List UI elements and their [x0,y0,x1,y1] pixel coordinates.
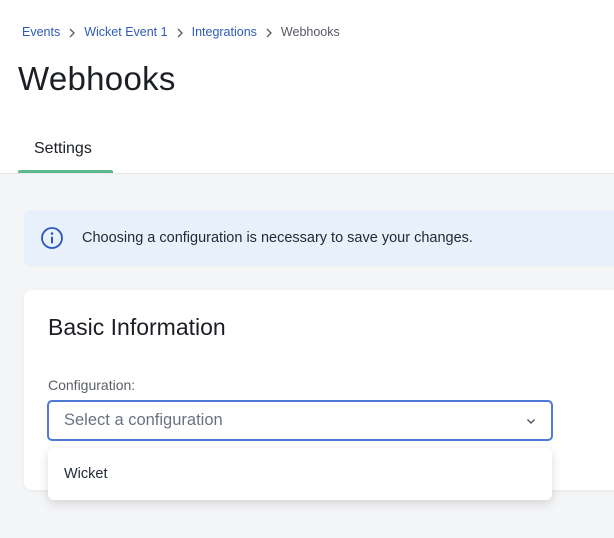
chevron-down-icon [527,418,535,424]
tab-settings-label: Settings [34,140,92,157]
configuration-select-placeholder: Select a configuration [64,411,223,429]
breadcrumb-current: Webhooks [280,25,340,39]
breadcrumb-event-link[interactable]: Wicket Event 1 [84,25,167,39]
breadcrumb-integrations-link[interactable]: Integrations [192,25,257,39]
page-title: Webhooks [18,60,176,97]
chevron-right-icon [168,25,192,39]
tab-settings[interactable]: Settings [18,128,113,174]
dropdown-option-wicket[interactable]: Wicket [48,448,552,500]
configuration-dropdown-menu: Wicket [48,448,552,500]
breadcrumb-events-link[interactable]: Events [22,25,60,39]
notice-text: Choosing a configuration is necessary to… [82,230,473,246]
configuration-select[interactable]: Select a configuration [47,400,553,441]
card-title: Basic Information [48,314,226,340]
chevron-right-icon [257,25,281,39]
page-header: Events Wicket Event 1 Integrations Webho… [0,0,614,174]
info-notice: Choosing a configuration is necessary to… [24,210,614,266]
info-icon [41,227,63,249]
breadcrumb: Events Wicket Event 1 Integrations Webho… [22,25,340,39]
configuration-label: Configuration: [48,377,136,393]
tab-bar: Settings [18,128,113,174]
chevron-right-icon [60,25,84,39]
